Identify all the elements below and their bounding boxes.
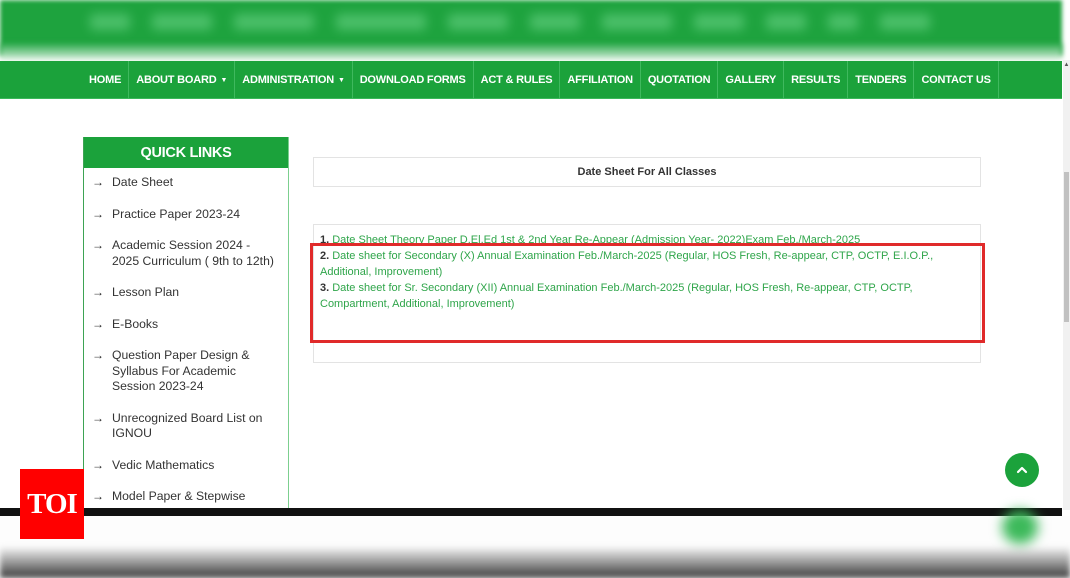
quick-link-label: Vedic Mathematics bbox=[112, 457, 215, 472]
quick-link-e-books[interactable]: → E-Books bbox=[84, 310, 288, 342]
date-sheet-list-panel: 1. Date Sheet Theory Paper D.El.Ed 1st & … bbox=[313, 224, 981, 363]
nav-list: HOME ABOUT BOARD ▼ ADMINISTRATION ▼ DOWNLO… bbox=[82, 61, 999, 99]
nav-item-affiliation[interactable]: AFFILIATION bbox=[560, 61, 641, 99]
quick-link-label: Academic Session 2024 - 2025 Curriculum … bbox=[112, 238, 274, 268]
nav-item-about-board[interactable]: ABOUT BOARD ▼ bbox=[129, 61, 236, 99]
quick-links-list: → Date Sheet → Practice Paper 2023-24 → Aca… bbox=[84, 168, 288, 514]
item-number: 2. bbox=[320, 250, 330, 262]
quick-link-date-sheet[interactable]: → Date Sheet bbox=[84, 168, 288, 200]
nav-label: GALLERY bbox=[725, 74, 777, 86]
item-number: 1. bbox=[320, 234, 330, 246]
bottom-shadow bbox=[0, 546, 1070, 578]
item-number: 3. bbox=[320, 282, 330, 294]
date-sheet-item: 3. Date sheet for Sr. Secondary (XII) Ann… bbox=[320, 280, 970, 312]
main-navbar: HOME ABOUT BOARD ▼ ADMINISTRATION ▼ DOWNLO… bbox=[0, 61, 1062, 99]
nav-label: RESULTS bbox=[791, 74, 841, 86]
nav-item-tenders[interactable]: TENDERS bbox=[848, 61, 915, 99]
quick-link-label: E-Books bbox=[112, 316, 159, 331]
nav-item-contact-us[interactable]: CONTACT US bbox=[914, 61, 999, 99]
nav-item-gallery[interactable]: GALLERY bbox=[718, 61, 785, 99]
toi-logo: TOI bbox=[20, 469, 84, 539]
page-scrollbar[interactable]: ▲ bbox=[1063, 60, 1070, 510]
nav-item-results[interactable]: RESULTS bbox=[784, 61, 849, 99]
black-band-divider bbox=[0, 508, 1062, 516]
arrow-right-icon: → bbox=[92, 348, 104, 362]
scroll-up-arrow-icon[interactable]: ▲ bbox=[1063, 60, 1070, 70]
caret-down-icon: ▼ bbox=[337, 76, 345, 84]
quick-link-label: Lesson Plan bbox=[112, 285, 180, 299]
blurred-back-to-top-ghost bbox=[1002, 510, 1038, 544]
nav-item-act-rules[interactable]: ACT & RULES bbox=[474, 61, 561, 99]
quick-link-label: Unrecognized Board List on IGNOU bbox=[112, 410, 263, 441]
nav-label: AFFILIATION bbox=[567, 74, 633, 86]
quick-link-academic-session[interactable]: → Academic Session 2024 - 2025 Curriculum… bbox=[84, 231, 288, 278]
quick-link-label: Practice Paper 2023-24 bbox=[112, 206, 241, 221]
arrow-right-icon: → bbox=[92, 457, 104, 472]
arrow-right-icon: → bbox=[92, 175, 104, 189]
nav-label: ABOUT BOARD bbox=[136, 74, 217, 86]
quick-link-label: Question Paper Design & Syllabus For Aca… bbox=[112, 348, 250, 393]
quick-links-sidebar: QUICK LINKS → Date Sheet → Practice Paper … bbox=[83, 137, 289, 517]
back-to-top-button[interactable] bbox=[1005, 453, 1039, 487]
date-sheet-link-deled[interactable]: Date Sheet Theory Paper D.El.Ed 1st & 2n… bbox=[332, 234, 860, 246]
quick-link-practice-paper[interactable]: → Practice Paper 2023-24 bbox=[84, 200, 288, 232]
nav-label: DOWNLOAD FORMS bbox=[359, 74, 466, 86]
arrow-right-icon: → bbox=[92, 285, 104, 299]
nav-label: HOME bbox=[89, 74, 122, 86]
nav-item-download-forms[interactable]: DOWNLOAD FORMS bbox=[353, 61, 474, 99]
date-sheet-link-sr-secondary[interactable]: Date sheet for Sr. Secondary (XII) Annua… bbox=[320, 282, 913, 310]
nav-item-home[interactable]: HOME bbox=[82, 61, 130, 99]
arrow-right-icon: → bbox=[92, 489, 104, 503]
nav-label: CONTACT US bbox=[921, 74, 991, 86]
nav-item-administration[interactable]: ADMINISTRATION ▼ bbox=[235, 61, 353, 99]
date-sheet-item: 2. Date sheet for Secondary (X) Annual Ex… bbox=[320, 248, 970, 280]
quick-links-title: QUICK LINKS bbox=[84, 137, 288, 168]
nav-label: QUOTATION bbox=[647, 74, 711, 86]
nav-label: ACT & RULES bbox=[480, 74, 553, 86]
page-title: Date Sheet For All Classes bbox=[577, 166, 717, 178]
quick-link-vedic-mathematics[interactable]: → Vedic Mathematics bbox=[84, 451, 288, 483]
toi-logo-text: TOI bbox=[27, 487, 78, 520]
chevron-up-icon bbox=[1016, 466, 1028, 474]
quick-link-label: Model Paper & Stepwise bbox=[112, 489, 246, 503]
blurred-header-items bbox=[90, 14, 930, 30]
scroll-thumb[interactable] bbox=[1064, 172, 1069, 322]
quick-link-label: Date Sheet bbox=[112, 175, 173, 189]
arrow-right-icon: → bbox=[92, 238, 104, 252]
header-fade bbox=[0, 44, 1062, 62]
quick-link-lesson-plan[interactable]: → Lesson Plan bbox=[84, 278, 288, 310]
quick-link-question-paper-design[interactable]: → Question Paper Design & Syllabus For Ac… bbox=[84, 341, 288, 404]
date-sheet-item: 1. Date Sheet Theory Paper D.El.Ed 1st & … bbox=[320, 232, 970, 248]
date-sheet-title-panel: Date Sheet For All Classes bbox=[313, 157, 981, 187]
nav-item-quotation[interactable]: QUOTATION bbox=[641, 61, 719, 99]
quick-link-unrecognized-board[interactable]: → Unrecognized Board List on IGNOU bbox=[84, 404, 288, 451]
nav-label: TENDERS bbox=[855, 74, 907, 86]
arrow-right-icon: → bbox=[92, 206, 104, 221]
nav-label: ADMINISTRATION bbox=[242, 74, 334, 86]
date-sheet-list: 1. Date Sheet Theory Paper D.El.Ed 1st & … bbox=[320, 232, 970, 312]
arrow-right-icon: → bbox=[92, 410, 104, 425]
caret-down-icon: ▼ bbox=[220, 76, 228, 84]
date-sheet-link-secondary[interactable]: Date sheet for Secondary (X) Annual Exam… bbox=[320, 250, 933, 278]
arrow-right-icon: → bbox=[92, 316, 104, 331]
